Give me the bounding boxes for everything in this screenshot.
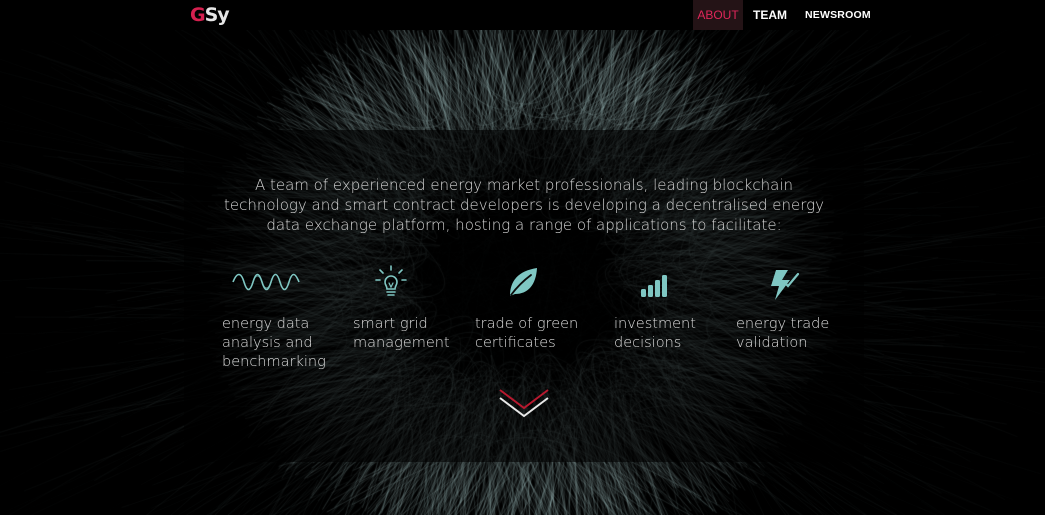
feature-label: trade of green certificates — [475, 316, 579, 351]
feature-label: energy trade validation — [736, 316, 830, 351]
leaf-icon — [510, 268, 537, 296]
bar-chart-icon — [641, 275, 667, 297]
site-header: GSy ABOUT TEAM NEWSROOM — [0, 0, 1045, 30]
lightning-check-icon — [771, 270, 800, 300]
gsy-logo[interactable]: GSy — [190, 3, 230, 27]
logo-g: G — [190, 4, 206, 26]
feature-label: investment decisions — [614, 316, 696, 351]
chevron-down-icon[interactable] — [498, 386, 550, 422]
lightbulb-icon — [375, 265, 407, 296]
main-nav: ABOUT TEAM NEWSROOM — [693, 0, 879, 30]
nav-team[interactable]: TEAM — [743, 0, 797, 30]
intro-text: A team of experienced energy market prof… — [224, 176, 824, 234]
nav-about[interactable]: ABOUT — [693, 0, 743, 30]
nav-newsroom[interactable]: NEWSROOM — [797, 0, 879, 30]
feature-label: energy data analysis and benchmarking — [222, 316, 326, 370]
feature-label: smart grid management — [353, 316, 450, 351]
waveform-icon — [232, 273, 300, 291]
logo-sy: Sy — [204, 4, 230, 26]
